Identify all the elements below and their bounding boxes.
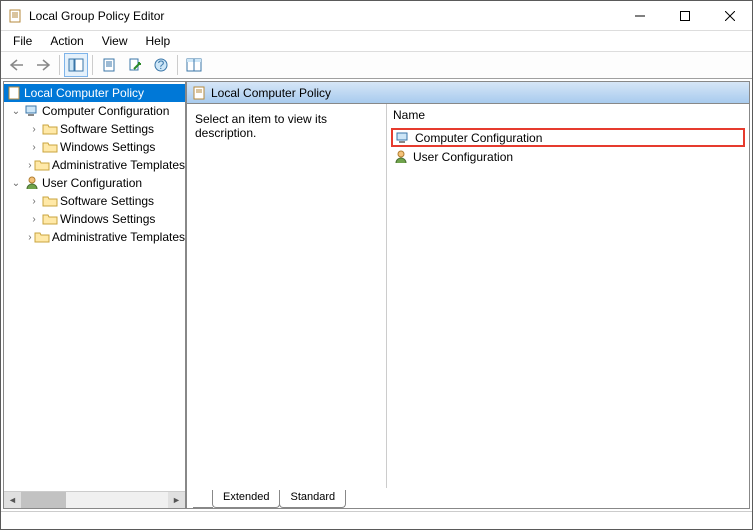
show-hide-tree-button[interactable] bbox=[64, 53, 88, 77]
menu-bar: File Action View Help bbox=[1, 31, 752, 51]
export-list-button[interactable] bbox=[123, 53, 147, 77]
caret-right-icon[interactable]: › bbox=[28, 196, 40, 207]
tree-root[interactable]: Local Computer Policy bbox=[4, 84, 185, 102]
tree-cc-admin-templates[interactable]: › Administrative Templates bbox=[4, 156, 185, 174]
tree-user-configuration[interactable]: ⌄ User Configuration bbox=[4, 174, 185, 192]
tree-computer-configuration[interactable]: ⌄ Computer Configuration bbox=[4, 102, 185, 120]
computer-icon bbox=[24, 103, 40, 119]
user-icon bbox=[24, 175, 40, 191]
tree-uc-admin-templates[interactable]: › Administrative Templates bbox=[4, 228, 185, 246]
maximize-button[interactable] bbox=[662, 1, 707, 30]
tree-label: Local Computer Policy bbox=[24, 86, 144, 100]
folder-icon bbox=[42, 193, 58, 209]
policy-icon bbox=[191, 85, 207, 101]
menu-action[interactable]: Action bbox=[42, 32, 91, 50]
tab-extended[interactable]: Extended bbox=[212, 490, 280, 508]
close-button[interactable] bbox=[707, 1, 752, 30]
scroll-right-button[interactable]: ► bbox=[168, 492, 185, 508]
policy-icon bbox=[6, 85, 22, 101]
help-button[interactable]: ? bbox=[149, 53, 173, 77]
toolbar: ? bbox=[1, 51, 752, 79]
caret-right-icon[interactable]: › bbox=[28, 124, 40, 135]
folder-icon bbox=[42, 139, 58, 155]
list-item-label: User Configuration bbox=[413, 150, 513, 164]
tree-label: Windows Settings bbox=[60, 212, 155, 226]
svg-text:?: ? bbox=[158, 58, 165, 72]
list-item-label: Computer Configuration bbox=[415, 131, 542, 145]
user-icon bbox=[393, 149, 409, 165]
content-pane: Local Computer Policy Select an item to … bbox=[186, 81, 750, 509]
tree-label: Software Settings bbox=[60, 122, 154, 136]
column-header-name[interactable]: Name bbox=[387, 104, 749, 126]
folder-icon bbox=[34, 229, 50, 245]
list-pane: Name Computer Configuration User Configu… bbox=[387, 104, 749, 488]
tree-cc-software-settings[interactable]: › Software Settings bbox=[4, 120, 185, 138]
window-title: Local Group Policy Editor bbox=[29, 9, 617, 23]
content-title: Local Computer Policy bbox=[211, 86, 331, 100]
computer-icon bbox=[395, 130, 411, 146]
app-window: Local Group Policy Editor File Action Vi… bbox=[0, 0, 753, 530]
tree-label: Administrative Templates bbox=[52, 158, 185, 172]
tree-cc-windows-settings[interactable]: › Windows Settings bbox=[4, 138, 185, 156]
minimize-button[interactable] bbox=[617, 1, 662, 30]
tree-label: User Configuration bbox=[42, 176, 142, 190]
tree-label: Administrative Templates bbox=[52, 230, 185, 244]
folder-icon bbox=[42, 211, 58, 227]
toolbar-separator bbox=[92, 55, 93, 75]
tab-spacer bbox=[193, 490, 213, 508]
filter-button[interactable] bbox=[182, 53, 206, 77]
properties-button[interactable] bbox=[97, 53, 121, 77]
caret-down-icon[interactable]: ⌄ bbox=[10, 106, 22, 117]
description-text: Select an item to view its description. bbox=[195, 112, 327, 140]
window-controls bbox=[617, 1, 752, 30]
view-tabs: Extended Standard bbox=[187, 488, 749, 508]
menu-view[interactable]: View bbox=[94, 32, 136, 50]
caret-right-icon[interactable]: › bbox=[28, 142, 40, 153]
toolbar-separator bbox=[177, 55, 178, 75]
tree-uc-software-settings[interactable]: › Software Settings bbox=[4, 192, 185, 210]
caret-down-icon[interactable]: ⌄ bbox=[10, 178, 22, 189]
list-items: Computer Configuration User Configuratio… bbox=[387, 126, 749, 168]
tab-standard[interactable]: Standard bbox=[279, 490, 346, 508]
scroll-left-button[interactable]: ◄ bbox=[4, 492, 21, 508]
policy-tree[interactable]: Local Computer Policy ⌄ Computer Configu… bbox=[4, 82, 185, 491]
title-bar: Local Group Policy Editor bbox=[1, 1, 752, 31]
main-body: Local Computer Policy ⌄ Computer Configu… bbox=[1, 79, 752, 511]
caret-right-icon[interactable]: › bbox=[28, 232, 32, 243]
toolbar-separator bbox=[59, 55, 60, 75]
content-body: Select an item to view its description. … bbox=[187, 104, 749, 488]
status-bar bbox=[1, 511, 752, 529]
caret-right-icon[interactable]: › bbox=[28, 160, 32, 171]
tree-uc-windows-settings[interactable]: › Windows Settings bbox=[4, 210, 185, 228]
menu-file[interactable]: File bbox=[5, 32, 40, 50]
tree-pane: Local Computer Policy ⌄ Computer Configu… bbox=[3, 81, 186, 509]
tree-label: Computer Configuration bbox=[42, 104, 169, 118]
tree-label: Software Settings bbox=[60, 194, 154, 208]
caret-right-icon[interactable]: › bbox=[28, 214, 40, 225]
list-item-computer-configuration[interactable]: Computer Configuration bbox=[391, 128, 745, 147]
content-header: Local Computer Policy bbox=[187, 82, 749, 104]
scroll-track[interactable] bbox=[21, 492, 168, 508]
menu-help[interactable]: Help bbox=[138, 32, 179, 50]
app-icon bbox=[7, 8, 23, 24]
list-item-user-configuration[interactable]: User Configuration bbox=[391, 147, 745, 166]
scroll-thumb[interactable] bbox=[21, 492, 66, 508]
nav-forward-button[interactable] bbox=[31, 53, 55, 77]
nav-back-button[interactable] bbox=[5, 53, 29, 77]
description-pane: Select an item to view its description. bbox=[187, 104, 387, 488]
tree-label: Windows Settings bbox=[60, 140, 155, 154]
folder-icon bbox=[34, 157, 50, 173]
folder-icon bbox=[42, 121, 58, 137]
tree-horizontal-scrollbar[interactable]: ◄ ► bbox=[4, 491, 185, 508]
